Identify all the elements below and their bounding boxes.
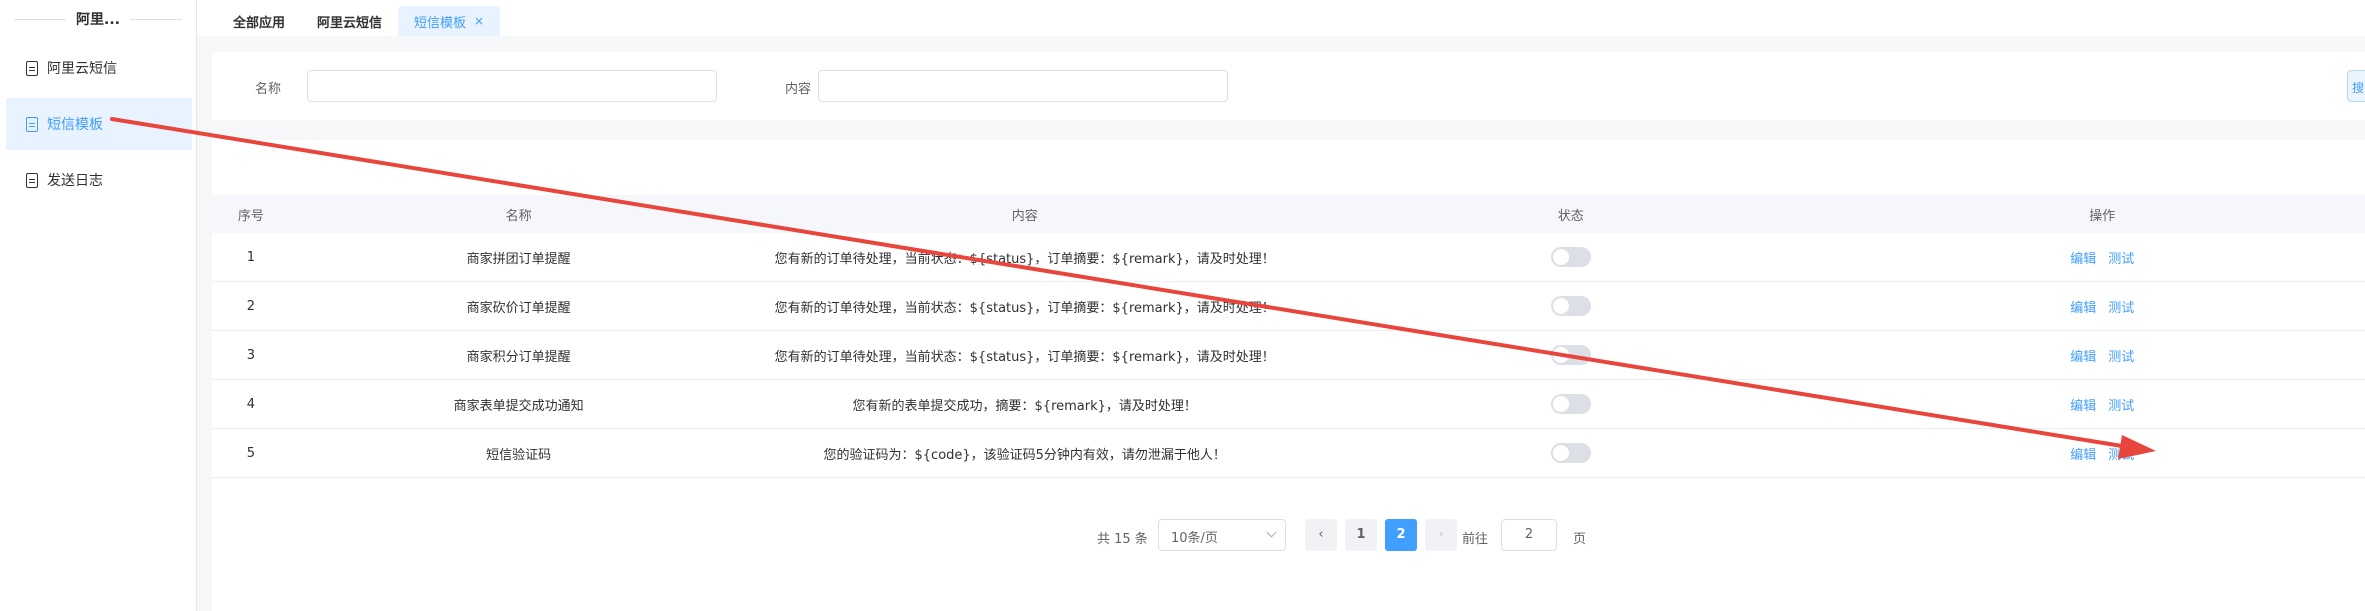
sidebar: 阿里... 阿里云短信 短信模板 发送日志 (0, 0, 197, 611)
row-actions: 编辑 测试 (1839, 395, 2365, 414)
sidebar-item-label: 发送日志 (47, 173, 103, 189)
row-actions: 编辑 测试 (1839, 444, 2365, 463)
name-label: 名称 (255, 82, 282, 97)
goto-page-input[interactable]: 2 (1501, 519, 1557, 551)
sidebar-brand: 阿里... (0, 0, 196, 38)
content-input[interactable] (818, 70, 1228, 102)
test-link[interactable]: 测试 (2108, 252, 2134, 267)
row-name: 商家积分订单提醒 (466, 349, 571, 365)
sidebar-item-aliyun-sms[interactable]: 阿里云短信 (0, 42, 196, 94)
edit-link[interactable]: 编辑 (2070, 252, 2096, 267)
table-row: 4 商家表单提交成功通知 您有新的表单提交成功，摘要：${remark}，请及时… (212, 380, 2365, 429)
test-link[interactable]: 测试 (2108, 448, 2134, 463)
main-area: 全部应用 阿里云短信 短信模板 × 名称 内容 搜 序号 名称 内容 状态 操作… (197, 0, 2365, 611)
status-toggle[interactable] (1550, 394, 1591, 414)
row-content: 您的验证码为：${code}，该验证码5分钟内有效，请勿泄漏于他人！ (823, 447, 1226, 463)
table-header: 序号 名称 内容 状态 操作 (212, 195, 2365, 233)
row-status (1302, 345, 1839, 365)
close-icon[interactable]: × (474, 14, 484, 28)
edit-link[interactable]: 编辑 (2070, 350, 2096, 365)
sidebar-title: 阿里... (76, 12, 120, 28)
sidebar-item-sms-template[interactable]: 短信模板 (6, 98, 192, 150)
next-page-button[interactable]: › (1425, 519, 1457, 551)
row-index: 2 (246, 298, 256, 314)
prev-page-button[interactable]: ‹ (1305, 519, 1337, 551)
name-input[interactable] (307, 70, 717, 102)
table-row: 3 商家积分订单提醒 您有新的订单待处理，当前状态：${status}，订单摘要… (212, 331, 2365, 380)
sidebar-item-label: 短信模板 (47, 117, 103, 133)
table-row: 2 商家砍价订单提醒 您有新的订单待处理，当前状态：${status}，订单摘要… (212, 282, 2365, 331)
row-actions: 编辑 测试 (1839, 297, 2365, 316)
status-toggle[interactable] (1550, 345, 1591, 365)
page-button-2[interactable]: 2 (1385, 519, 1417, 551)
row-index: 5 (246, 445, 256, 461)
row-content: 您有新的订单待处理，当前状态：${status}，订单摘要：${remark}，… (774, 300, 1275, 316)
row-name: 商家拼团订单提醒 (466, 251, 571, 267)
row-content: 您有新的订单待处理，当前状态：${status}，订单摘要：${remark}，… (774, 349, 1275, 365)
document-icon (26, 60, 38, 76)
test-link[interactable]: 测试 (2108, 399, 2134, 414)
tab-label: 阿里云短信 (317, 15, 383, 31)
tab-aliyun-sms[interactable]: 阿里云短信 (301, 6, 398, 36)
header-actions: 操作 (2089, 208, 2116, 224)
header-content: 内容 (1011, 208, 1038, 224)
row-actions: 编辑 测试 (1839, 346, 2365, 365)
test-link[interactable]: 测试 (2108, 350, 2134, 365)
page-unit-label: 页 (1573, 532, 1587, 547)
table-row: 5 短信验证码 您的验证码为：${code}，该验证码5分钟内有效，请勿泄漏于他… (212, 429, 2365, 478)
tab-bar: 全部应用 阿里云短信 短信模板 × (197, 0, 2365, 36)
tab-label: 短信模板 (414, 15, 467, 31)
page-button-1[interactable]: 1 (1345, 519, 1377, 551)
row-content: 您有新的表单提交成功，摘要：${remark}，请及时处理！ (852, 398, 1197, 414)
header-name: 名称 (505, 208, 532, 224)
edit-link[interactable]: 编辑 (2070, 448, 2096, 463)
filter-form: 名称 内容 搜 (212, 52, 2365, 120)
row-actions: 编辑 测试 (1839, 248, 2365, 267)
document-icon (26, 116, 38, 132)
pagination: 共 15 条 10条/页 ‹ 1 2 › 前往 2 页 (212, 519, 2365, 553)
tab-all-apps[interactable]: 全部应用 (217, 6, 301, 36)
tab-sms-template[interactable]: 短信模板 × (398, 6, 501, 36)
row-index: 3 (246, 347, 256, 363)
divider (14, 18, 67, 20)
content-label: 内容 (785, 82, 812, 97)
document-icon (26, 172, 38, 188)
sidebar-item-send-log[interactable]: 发送日志 (0, 154, 196, 206)
row-index: 4 (246, 396, 256, 412)
page-size-value: 10条/页 (1171, 531, 1218, 546)
row-status (1302, 443, 1839, 463)
pagination-total: 共 15 条 (1097, 532, 1148, 547)
search-button[interactable]: 搜 (2347, 70, 2365, 102)
chevron-down-icon (1266, 527, 1277, 538)
edit-link[interactable]: 编辑 (2070, 399, 2096, 414)
status-toggle[interactable] (1550, 247, 1591, 267)
row-name: 商家砍价订单提醒 (466, 300, 571, 316)
page-size-select[interactable]: 10条/页 (1158, 519, 1286, 551)
test-link[interactable]: 测试 (2108, 301, 2134, 316)
status-toggle[interactable] (1550, 296, 1591, 316)
tab-label: 全部应用 (233, 15, 286, 31)
row-status (1302, 247, 1839, 267)
header-index: 序号 (237, 208, 264, 224)
goto-label: 前往 (1462, 532, 1489, 547)
row-content: 您有新的订单待处理，当前状态：${status}，订单摘要：${remark}，… (774, 251, 1275, 267)
edit-link[interactable]: 编辑 (2070, 301, 2096, 316)
divider (129, 18, 182, 20)
row-status (1302, 296, 1839, 316)
header-status: 状态 (1557, 208, 1584, 224)
row-status (1302, 394, 1839, 414)
sms-template-table: 序号 名称 内容 状态 操作 1 商家拼团订单提醒 您有新的订单待处理，当前状态… (212, 195, 2365, 478)
sidebar-item-label: 阿里云短信 (47, 61, 117, 77)
row-name: 商家表单提交成功通知 (453, 398, 584, 414)
table-row: 1 商家拼团订单提醒 您有新的订单待处理，当前状态：${status}，订单摘要… (212, 233, 2365, 282)
row-index: 1 (246, 249, 256, 265)
row-name: 短信验证码 (486, 447, 552, 463)
status-toggle[interactable] (1550, 443, 1591, 463)
